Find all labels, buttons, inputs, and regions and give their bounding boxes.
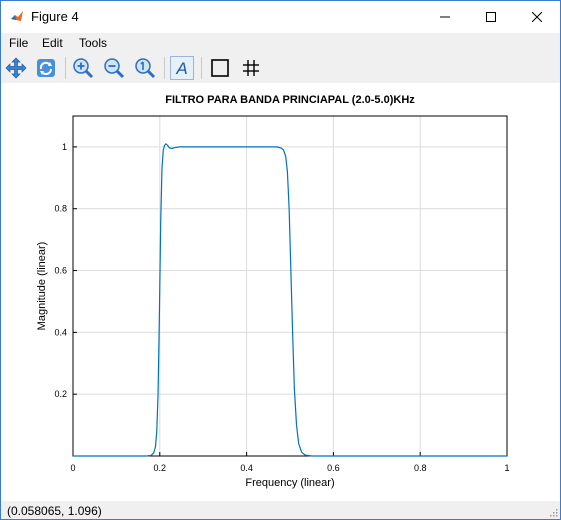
status-bar: (0.058065, 1.096) (1, 501, 560, 519)
toolbar-separator (201, 57, 202, 79)
axis-ticks: 0 0.2 0.4 0.6 0.8 1 0.2 0.4 0.6 0.8 1 (54, 142, 509, 473)
x-tick-label: 0.2 (154, 463, 167, 473)
text-tool-button[interactable]: A (170, 56, 194, 80)
cursor-coordinates: (0.058065, 1.096) (7, 504, 102, 518)
x-axis-label: Frequency (linear) (245, 477, 334, 489)
svg-text:A: A (175, 59, 187, 78)
zoom-out-icon (104, 58, 125, 79)
text-icon: A (175, 59, 187, 78)
reset-view-button[interactable] (133, 56, 157, 80)
x-tick-label: 0.4 (240, 463, 253, 473)
x-tick-label: 1 (504, 463, 509, 473)
box-icon (211, 59, 229, 77)
close-button[interactable] (514, 1, 560, 33)
figure-window: Figure 4 File Edit Tools A FILTRO PARA B… (0, 0, 561, 520)
title-bar[interactable]: Figure 4 (1, 1, 560, 33)
magnitude-response-line (73, 142, 507, 457)
y-tick-label: 1 (62, 142, 67, 152)
pan-button[interactable] (4, 56, 28, 80)
pan-icon (5, 57, 27, 79)
reset-view-icon (135, 58, 156, 79)
zoom-in-icon (73, 58, 94, 79)
minimize-button[interactable] (422, 1, 468, 33)
menu-edit[interactable]: Edit (42, 36, 63, 50)
figure-canvas[interactable]: FILTRO PARA BANDA PRINCIAPAL (2.0-5.0)KH… (1, 83, 560, 501)
toolbar-separator (164, 57, 165, 79)
axes-frame (72, 115, 508, 457)
x-tick-label: 0 (70, 463, 75, 473)
menu-file[interactable]: File (9, 36, 28, 50)
box-button[interactable] (208, 56, 232, 80)
matlab-logo-icon (11, 11, 23, 21)
x-tick-label: 0.8 (414, 463, 427, 473)
maximize-button[interactable] (468, 1, 514, 33)
zoom-out-button[interactable] (102, 56, 126, 80)
plot-title: FILTRO PARA BANDA PRINCIAPAL (2.0-5.0)KH… (165, 94, 415, 106)
y-tick-label: 0.8 (54, 204, 67, 214)
grid-icon (243, 60, 259, 76)
zoom-in-button[interactable] (71, 56, 95, 80)
maximize-icon (486, 12, 496, 22)
close-icon (532, 12, 542, 22)
resize-grip-icon[interactable] (548, 507, 558, 517)
minimize-icon (440, 16, 450, 18)
y-tick-label: 0.4 (54, 327, 67, 337)
x-tick-label: 0.6 (327, 463, 340, 473)
grid-button[interactable] (239, 56, 263, 80)
window-title: Figure 4 (31, 9, 79, 24)
toolbar-separator (65, 57, 66, 79)
y-tick-label: 0.2 (54, 389, 67, 399)
y-tick-label: 0.6 (54, 266, 67, 276)
rotate-button[interactable] (34, 56, 58, 80)
rotate-icon (37, 59, 55, 77)
grid-lines (73, 116, 507, 456)
toolbar: A (1, 53, 560, 83)
plot-area[interactable]: FILTRO PARA BANDA PRINCIAPAL (2.0-5.0)KH… (1, 83, 560, 501)
y-axis-label: Magnitude (linear) (36, 242, 48, 331)
menu-bar: File Edit Tools (1, 33, 560, 53)
menu-tools[interactable]: Tools (79, 36, 107, 50)
